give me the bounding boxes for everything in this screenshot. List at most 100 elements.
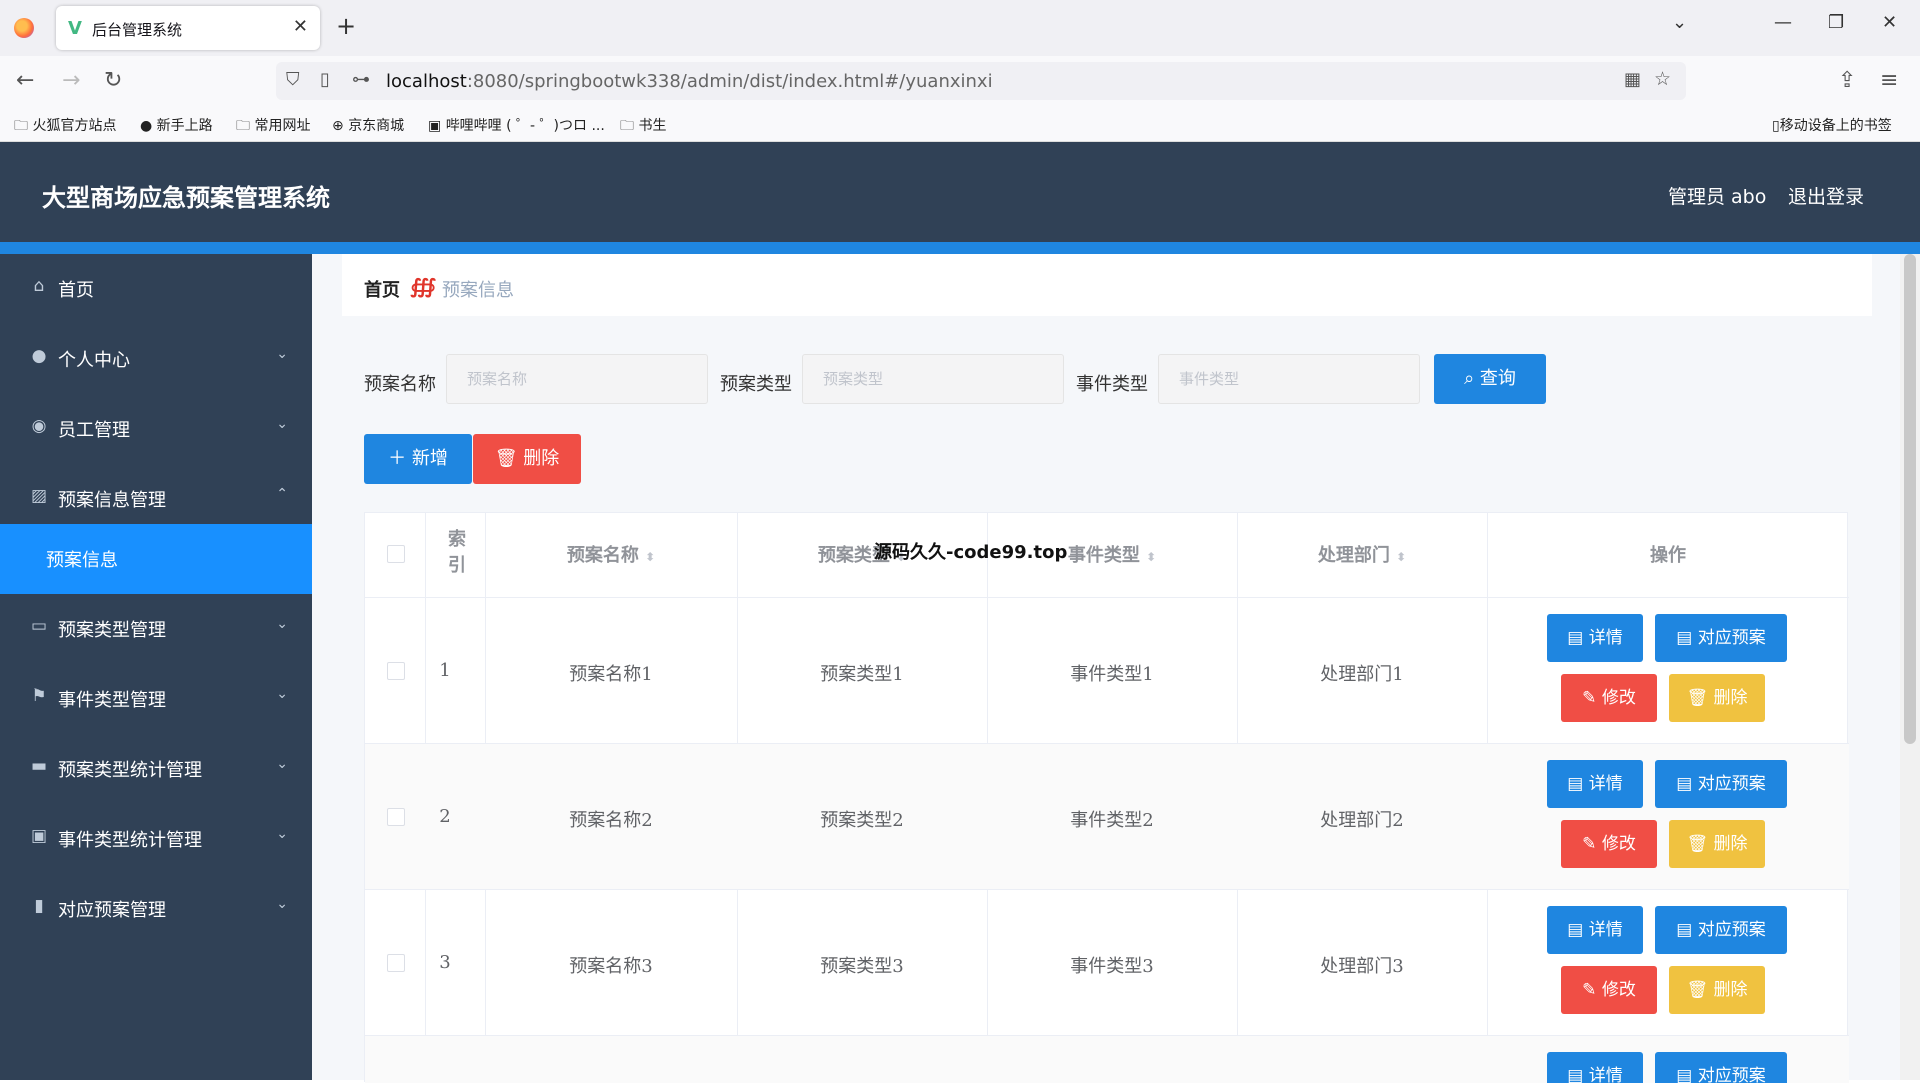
tab-list-icon[interactable]: ⌄ [1672,12,1687,33]
sidebar-item-plan-types[interactable]: ▭ 预案类型管理 ⌄ [0,594,312,664]
matching-plan-button[interactable]: ▤ 对应预案 [1655,614,1787,662]
edit-button[interactable]: ✎ 修改 [1561,674,1657,722]
sidebar-item-plan-type-stats[interactable]: ▬ 预案类型统计管理 ⌄ [0,734,312,804]
sidebar: ⌂ 首页 ● 个人中心 ⌄ ◉ 员工管理 ⌄ ▨ 预案信息管理 ⌃ 预案信息 ▭… [0,254,312,1080]
matching-plan-button[interactable]: ▤ 对应预案 [1655,1052,1787,1083]
sidebar-item-staff[interactable]: ◉ 员工管理 ⌄ [0,394,312,464]
browser-tab-bar: V 后台管理系统 ✕ + ⌄ — ❐ ✕ [0,0,1920,56]
edit-button[interactable]: ✎ 修改 [1561,966,1657,1014]
bookmark-item[interactable]: ▣ 哔哩哔哩 ( ゜- ゜)つロ ... [428,115,605,135]
chevron-down-icon: ⌄ [276,896,288,912]
reload-icon[interactable]: ↻ [104,68,122,93]
table-row: 1 预案名称1 预案类型1 事件类型1 处理部门1 ▤ 详情 ▤ 对应预案 ✎ … [365,597,1849,743]
app-title: 大型商场应急预案管理系统 [42,183,330,212]
detail-button[interactable]: ▤ 详情 [1547,906,1643,954]
delete-button[interactable]: 🗑 删除 [1669,820,1765,868]
bookmark-item[interactable]: 🗀 书生 [620,115,666,139]
search-icon: ⌕ [1464,368,1475,389]
chevron-up-icon: ⌃ [276,486,288,502]
row-checkbox[interactable] [387,954,405,972]
batch-delete-button[interactable]: 🗑 删除 [473,434,581,484]
scrollbar[interactable] [1900,254,1920,1080]
clipboard-icon: ▣ [30,826,48,846]
restore-icon[interactable]: ❐ [1828,12,1844,33]
url-text[interactable]: localhost:8080/springbootwk338/admin/dis… [386,71,993,92]
matching-plan-button[interactable]: ▤ 对应预案 [1655,906,1787,954]
page-icon[interactable]: ▯ [320,69,330,90]
bookmark-item[interactable]: ⊕ 京东商城 [332,115,404,135]
breadcrumb: 首页 ∰ 预案信息 [342,254,1872,316]
browser-tab[interactable]: V 后台管理系统 ✕ [56,6,320,50]
location-icon: ◉ [31,416,47,436]
chevron-down-icon: ⌄ [276,346,288,362]
query-button[interactable]: ⌕ 查询 [1434,354,1546,404]
event-type-input[interactable]: 事件类型 [1158,354,1420,404]
shield-icon[interactable]: ⛉ [286,69,300,90]
plan-name-input[interactable]: 预案名称 [446,354,708,404]
table-row: 2 预案名称2 预案类型2 事件类型2 处理部门2 ▤ 详情 ▤ 对应预案 ✎ … [365,743,1849,889]
sidebar-item-profile[interactable]: ● 个人中心 ⌄ [0,324,312,394]
breadcrumb-home[interactable]: 首页 [364,276,400,302]
close-window-icon[interactable]: ✕ [1882,12,1897,33]
table-row: 3 预案名称3 预案类型3 事件类型3 处理部门3 ▤ 详情 ▤ 对应预案 ✎ … [365,889,1849,1035]
sidebar-item-event-type-stats[interactable]: ▣ 事件类型统计管理 ⌄ [0,804,312,874]
sort-icon: ⬍ [1146,550,1157,564]
detail-button[interactable]: ▤ 详情 [1547,760,1643,808]
delete-button[interactable]: 🗑 删除 [1669,966,1765,1014]
plan-name-label: 预案名称 [364,374,436,395]
permissions-icon[interactable]: ⊶ [352,69,370,90]
document-icon: ▭ [30,616,48,636]
chevron-down-icon: ⌄ [276,616,288,632]
firefox-logo-icon [14,18,34,38]
edit-button[interactable]: ✎ 修改 [1561,820,1657,868]
column-header-name[interactable]: 预案名称 ⬍ [485,541,737,567]
menu-icon[interactable]: ≡ [1880,68,1898,93]
sidebar-item-home[interactable]: ⌂ 首页 [0,254,312,324]
add-button[interactable]: ＋ 新增 [364,434,472,484]
scrollbar-thumb[interactable] [1904,254,1916,744]
matching-plan-button[interactable]: ▤ 对应预案 [1655,760,1787,808]
row-checkbox[interactable] [387,808,405,826]
watermark-text: 源码久久-code99.top [874,542,1068,563]
chevron-down-icon: ⌄ [276,416,288,432]
back-icon[interactable]: ← [16,68,34,93]
plan-type-input[interactable]: 预案类型 [802,354,1064,404]
monitor-icon: ▬ [30,756,48,776]
bookmark-item[interactable]: 🗀 常用网址 [236,115,310,139]
plus-icon: ＋ [388,448,407,469]
detail-button[interactable]: ▤ 详情 [1547,1052,1643,1083]
mobile-bookmarks[interactable]: ▯移动设备上的书签 [1772,115,1892,135]
minimize-icon[interactable]: — [1774,12,1792,33]
column-header-index: 索 引 [448,529,466,576]
detail-button[interactable]: ▤ 详情 [1547,614,1643,662]
qr-code-icon[interactable]: ▦ [1624,69,1641,90]
plan-type-label: 预案类型 [720,374,792,395]
chevron-down-icon: ⌄ [276,756,288,772]
sidebar-item-plan-info[interactable]: 预案信息 [0,524,312,594]
extensions-icon[interactable]: ⇪ [1838,68,1856,93]
column-header-dept[interactable]: 处理部门 ⬍ [1237,541,1487,567]
breadcrumb-current: 预案信息 [442,280,514,301]
bookmark-star-icon[interactable]: ☆ [1654,68,1671,90]
main-content: 首页 ∰ 预案信息 预案名称 预案名称 预案类型 预案类型 事件类型 事件类型 … [312,254,1920,1083]
delete-button[interactable]: 🗑 删除 [1669,674,1765,722]
bookmark-item[interactable]: ● 新手上路 [140,115,213,135]
breadcrumb-separator-icon: ∰ [410,274,437,298]
trash-icon: 🗑 [494,448,518,469]
address-bar[interactable]: ⛉ ▯ ⊶ localhost:8080/springbootwk338/adm… [276,62,1686,100]
logout-button[interactable]: 退出登录 [1788,182,1864,209]
new-tab-icon[interactable]: + [336,12,356,40]
column-header-ops: 操作 [1650,545,1686,566]
header-accent-bar [0,242,1920,254]
chevron-down-icon: ⌄ [276,686,288,702]
bookmark-item[interactable]: 🗀 火狐官方站点 [14,115,116,139]
flag-icon: ⚑ [31,686,47,706]
sidebar-item-matching-plans[interactable]: ▮ 对应预案管理 ⌄ [0,874,312,944]
row-checkbox[interactable] [387,662,405,680]
forward-icon[interactable]: → [62,68,80,93]
close-tab-icon[interactable]: ✕ [293,16,308,37]
select-all-checkbox[interactable] [387,545,405,563]
browser-nav-bar: ← → ↻ ⛉ ▯ ⊶ localhost:8080/springbootwk3… [0,56,1920,106]
sidebar-item-event-types[interactable]: ⚑ 事件类型管理 ⌄ [0,664,312,734]
event-type-label: 事件类型 [1076,374,1148,395]
